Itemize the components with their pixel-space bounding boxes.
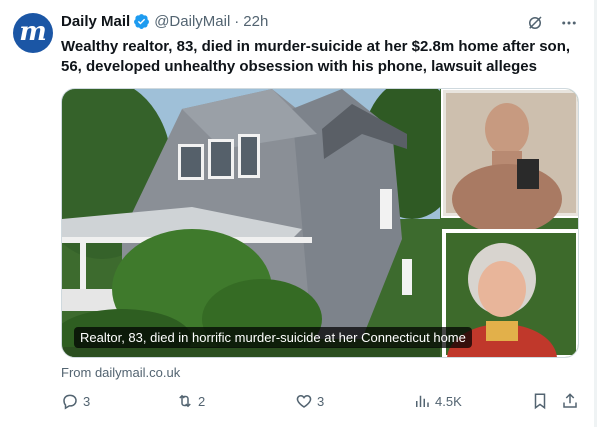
tweet-media[interactable]: Realtor, 83, died in horrific murder-sui… xyxy=(61,88,579,358)
bookmark-button[interactable] xyxy=(531,392,549,410)
avatar-letter: m xyxy=(19,17,47,47)
author-handle[interactable]: @DailyMail xyxy=(154,13,230,30)
media-image xyxy=(62,89,578,357)
grok-icon[interactable] xyxy=(525,13,545,33)
more-icon[interactable] xyxy=(559,13,579,33)
separator-dot: · xyxy=(234,13,240,30)
top-actions xyxy=(525,13,579,33)
tweet-text: Wealthy realtor, 83, died in murder-suic… xyxy=(61,38,571,75)
action-bar: 3 2 3 4.5K xyxy=(61,392,581,414)
like-button[interactable]: 3 xyxy=(295,392,324,410)
media-caption: Realtor, 83, died in horrific murder-sui… xyxy=(74,327,472,348)
like-count: 3 xyxy=(317,393,325,409)
reply-icon xyxy=(63,394,77,410)
repost-icon xyxy=(179,394,191,408)
reply-count: 3 xyxy=(83,393,91,409)
views-icon xyxy=(416,395,429,407)
repost-count: 2 xyxy=(198,393,206,409)
timestamp[interactable]: 22h xyxy=(243,13,268,30)
bookmark-icon xyxy=(534,393,546,410)
reply-button[interactable]: 3 xyxy=(61,392,90,410)
avatar[interactable]: m xyxy=(13,13,53,53)
views-count: 4.5K xyxy=(435,393,462,409)
views-button[interactable]: 4.5K xyxy=(413,392,462,410)
repost-button[interactable]: 2 xyxy=(176,392,205,410)
heart-icon xyxy=(296,394,312,408)
author-name[interactable]: Daily Mail xyxy=(61,13,130,30)
tweet-header: Daily Mail @DailyMail · 22h xyxy=(61,13,268,30)
verified-badge-icon xyxy=(134,14,150,29)
share-icon xyxy=(563,393,577,408)
share-button[interactable] xyxy=(561,392,579,410)
link-source[interactable]: From dailymail.co.uk xyxy=(61,365,180,380)
